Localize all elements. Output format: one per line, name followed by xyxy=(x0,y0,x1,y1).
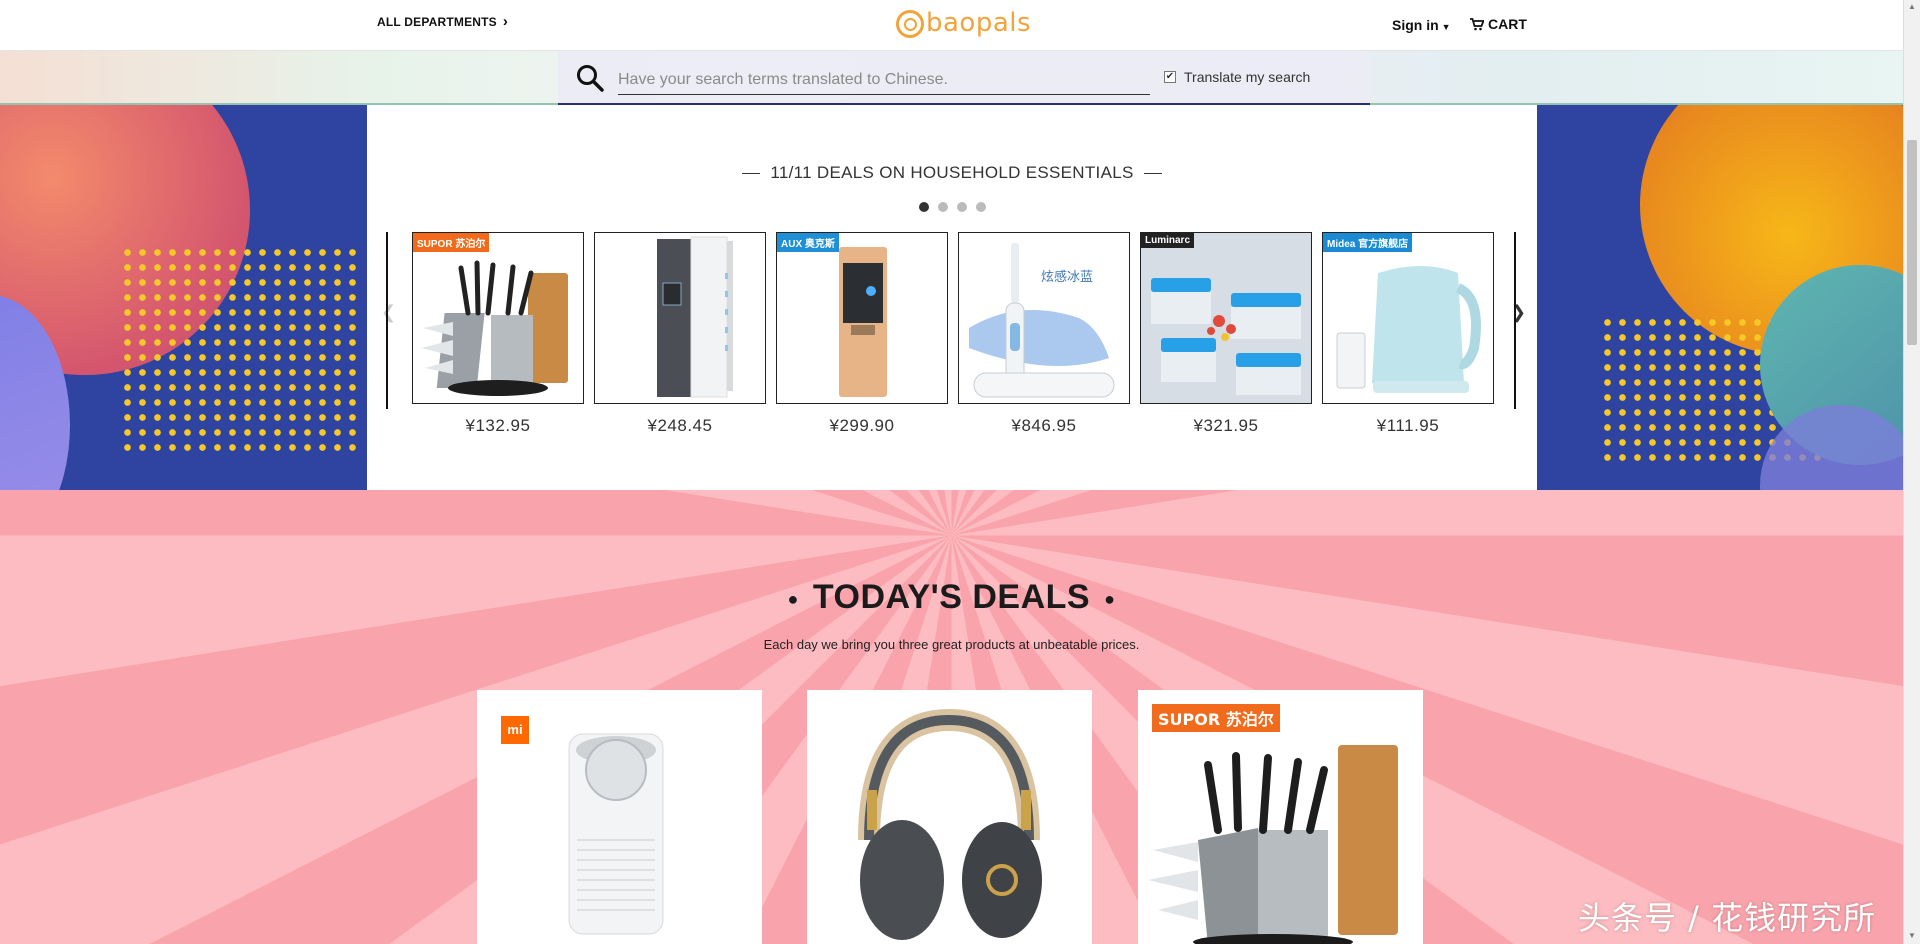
scrollbar-thumb[interactable] xyxy=(1907,140,1917,345)
scroll-up-icon[interactable]: ▲ xyxy=(1908,2,1916,11)
caret-down-icon: ▼ xyxy=(1441,22,1451,32)
carousel-edge-left xyxy=(386,232,388,409)
decor-dots-left xyxy=(120,245,360,455)
mi-logo-icon: mi xyxy=(501,716,529,744)
translate-checkbox[interactable]: ✔ xyxy=(1164,71,1176,83)
scroll-down-icon[interactable]: ▼ xyxy=(1908,931,1916,940)
translate-search-toggle[interactable]: ✔ Translate my search xyxy=(1164,69,1310,85)
dehumidifier-illustration xyxy=(657,236,733,398)
logo-mark-icon xyxy=(896,10,924,38)
baopals-logo[interactable]: baopals xyxy=(896,7,1032,38)
todays-deals-title: ● TODAY'S DEALS ● xyxy=(0,578,1903,617)
carousel-product[interactable]: 炫感冰蓝 ¥846.95 xyxy=(958,232,1130,436)
knife-set-image[interactable]: SUPOR 苏泊尔 xyxy=(412,232,584,404)
pager-dot-3[interactable] xyxy=(956,202,967,212)
knife-set-illustration xyxy=(421,260,568,396)
carousel-prev-icon[interactable]: ❮ xyxy=(381,302,396,323)
toothbrush-caption: 炫感冰蓝 xyxy=(1041,269,1093,285)
toothbrush-illustration: 炫感冰蓝 xyxy=(969,243,1115,398)
water-dispenser-image[interactable]: AUX 奥克斯 xyxy=(776,232,948,404)
brand-tag: AUX 奥克斯 xyxy=(777,233,839,252)
todays-deals-subtitle: Each day we bring you three great produc… xyxy=(763,637,1140,652)
product-price: ¥132.95 xyxy=(465,416,531,435)
product-price: ¥299.90 xyxy=(829,416,895,435)
pager-dot-1[interactable] xyxy=(918,202,929,212)
product-price: ¥321.95 xyxy=(1193,416,1259,435)
carousel-product[interactable]: AUX 奥克斯 ¥299.90 xyxy=(776,232,948,436)
carousel-edge-right xyxy=(1514,232,1516,409)
deals-carousel: 11/11 DEALS ON HOUSEHOLD ESSENTIALS ❮ ❯ … xyxy=(367,105,1537,490)
carousel-title-text: 11/11 DEALS ON HOUSEHOLD ESSENTIALS xyxy=(770,163,1134,182)
carousel-product[interactable]: Midea 官方旗舰店 ¥111.95 xyxy=(1322,232,1494,436)
food-containers-illustration xyxy=(1151,278,1301,395)
deal-card[interactable] xyxy=(807,690,1092,944)
water-dispenser-illustration xyxy=(839,247,887,397)
carousel-pager xyxy=(367,202,1537,212)
search-input[interactable] xyxy=(618,65,1150,95)
carousel-product[interactable]: ¥248.45 xyxy=(594,232,766,436)
product-price: ¥846.95 xyxy=(1011,416,1077,435)
dehumidifier-image[interactable] xyxy=(594,232,766,404)
product-price: ¥111.95 xyxy=(1376,416,1440,435)
chevron-right-icon: › xyxy=(502,13,509,30)
carousel-product[interactable]: Luminarc ¥321.95 xyxy=(1140,232,1312,436)
top-navigation: ALL DEPARTMENTS › baopals Sign in ▼ CART xyxy=(0,0,1903,51)
search-icon[interactable] xyxy=(576,64,604,92)
brand-tag: SUPOR 苏泊尔 xyxy=(413,233,490,252)
pager-dot-4[interactable] xyxy=(975,202,986,212)
watermark-text: 头条号 / 花钱研究所 xyxy=(1578,899,1877,937)
carousel-product[interactable]: SUPOR 苏泊尔 ¥132.95 xyxy=(412,232,584,436)
deal-card[interactable]: mi xyxy=(477,690,762,944)
logo-text: baopals xyxy=(926,7,1032,38)
todays-deals-title-text: TODAY'S DEALS xyxy=(812,578,1091,616)
brand-tag: Luminarc xyxy=(1141,233,1195,248)
sign-in-label: Sign in xyxy=(1392,17,1439,33)
food-containers-image[interactable]: Luminarc xyxy=(1140,232,1312,404)
product-price: ¥248.45 xyxy=(647,416,713,435)
cart-icon xyxy=(1470,17,1484,30)
title-bullet-left: ● xyxy=(787,588,799,609)
search-bar: ✔ Translate my search xyxy=(0,51,1903,105)
household-deals-banner: 11/11 DEALS ON HOUSEHOLD ESSENTIALS ❮ ❯ … xyxy=(0,105,1903,490)
carousel-title: 11/11 DEALS ON HOUSEHOLD ESSENTIALS xyxy=(367,163,1537,183)
pager-dot-2[interactable] xyxy=(937,202,948,212)
translate-label: Translate my search xyxy=(1184,69,1311,85)
supor-brand-tag: SUPOR 苏泊尔 xyxy=(1152,704,1280,732)
sign-in-dropdown[interactable]: Sign in ▼ xyxy=(1392,17,1451,33)
electric-kettle-image[interactable]: Midea 官方旗舰店 xyxy=(1322,232,1494,404)
brand-tag: Midea 官方旗舰店 xyxy=(1323,233,1413,252)
todays-deals-section: ● TODAY'S DEALS ● Each day we bring you th… xyxy=(0,490,1903,944)
deal-card[interactable]: SUPOR 苏泊尔 xyxy=(1138,690,1423,944)
electric-toothbrush-image[interactable]: 炫感冰蓝 xyxy=(958,232,1130,404)
headphones-illustration xyxy=(858,708,1042,940)
all-departments-label: ALL DEPARTMENTS xyxy=(377,15,497,29)
all-departments-menu[interactable]: ALL DEPARTMENTS › xyxy=(377,13,509,30)
cart-label: CART xyxy=(1488,16,1527,32)
title-dash-left xyxy=(742,173,761,175)
page-scrollbar[interactable]: ▲ ▼ xyxy=(1903,0,1920,944)
kettle-illustration xyxy=(1336,266,1481,393)
cart-link[interactable]: CART xyxy=(1470,16,1527,32)
title-bullet-right: ● xyxy=(1104,588,1116,609)
title-dash-right xyxy=(1143,173,1162,175)
